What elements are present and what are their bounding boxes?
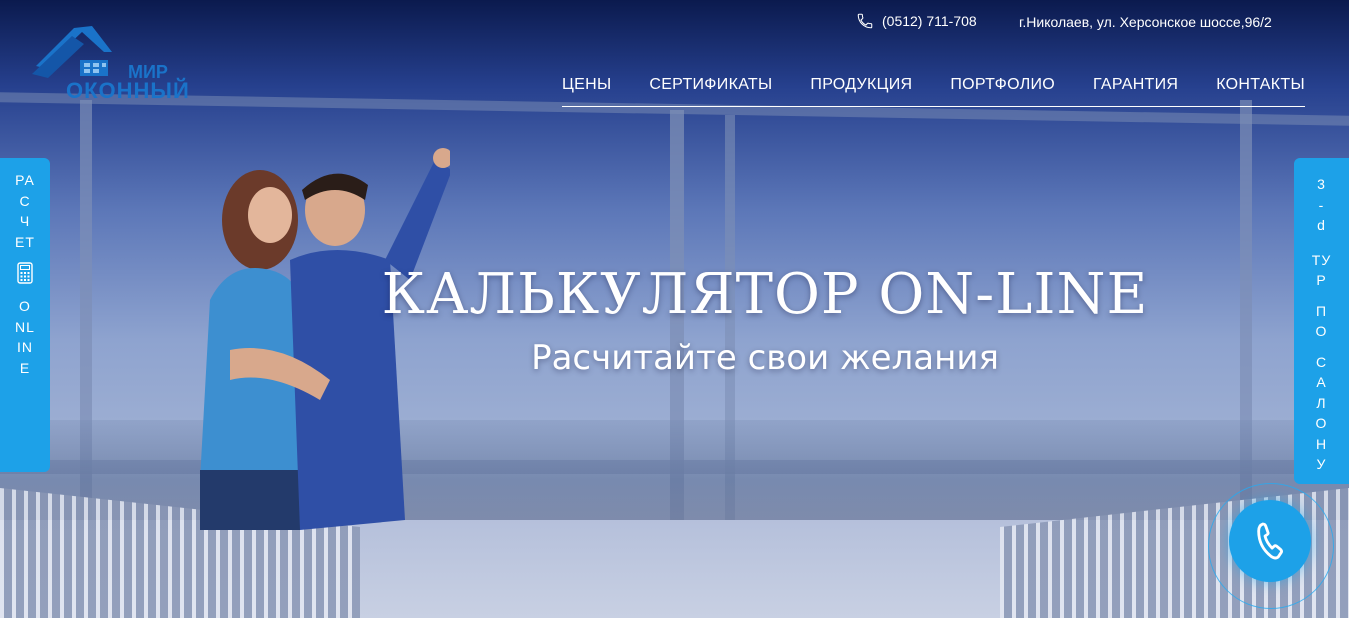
logo[interactable]: МИР ОКОННЫЙ [32, 22, 194, 106]
header-phone[interactable]: (0512) 711-708 [856, 12, 977, 30]
phone-icon [857, 13, 873, 29]
nav-item-contacts[interactable]: КОНТАКТЫ [1216, 76, 1305, 94]
calc-online-tab[interactable]: РАСЧЕТ ONLINE [0, 158, 50, 472]
logo-text-main: ОКОННЫЙ [66, 78, 190, 103]
header-phone-number[interactable]: (0512) 711-708 [882, 13, 977, 29]
nav-item-warranty[interactable]: ГАРАНТИЯ [1093, 76, 1178, 94]
nav-item-products[interactable]: ПРОДУКЦИЯ [810, 76, 912, 94]
hero-title: КАЛЬКУЛЯТОР ON-LINE [381, 262, 1149, 327]
tour-tab-line-2: ТУР [1311, 251, 1332, 289]
header-address: г.Николаев, ул. Херсонское шоссе,96/2 [1019, 14, 1272, 30]
phone-icon [1257, 522, 1283, 560]
nav-item-certificates[interactable]: СЕРТИФИКАТЫ [649, 76, 772, 94]
callback-button[interactable] [1229, 500, 1311, 582]
tour-tab-line-4: САЛОНУ [1315, 353, 1328, 473]
3d-tour-tab[interactable]: 3-d ТУР ПО САЛОНУ [1294, 158, 1349, 484]
calculator-icon [17, 262, 33, 284]
main-nav: ЦЕНЫ СЕРТИФИКАТЫ ПРОДУКЦИЯ ПОРТФОЛИО ГАР… [562, 76, 1305, 107]
calc-tab-label-bottom: ONLINE [15, 298, 35, 376]
tour-tab-line-1: 3-d [1317, 176, 1326, 233]
nav-item-prices[interactable]: ЦЕНЫ [562, 76, 611, 94]
hero-subtitle: Расчитайте свои желания [531, 338, 999, 378]
calc-tab-label-top: РАСЧЕТ [15, 172, 35, 250]
tour-tab-line-3: ПО [1315, 302, 1328, 340]
top-bar: (0512) 711-708 г.Николаев, ул. Херсонско… [0, 0, 1349, 44]
nav-item-portfolio[interactable]: ПОРТФОЛИО [950, 76, 1055, 94]
